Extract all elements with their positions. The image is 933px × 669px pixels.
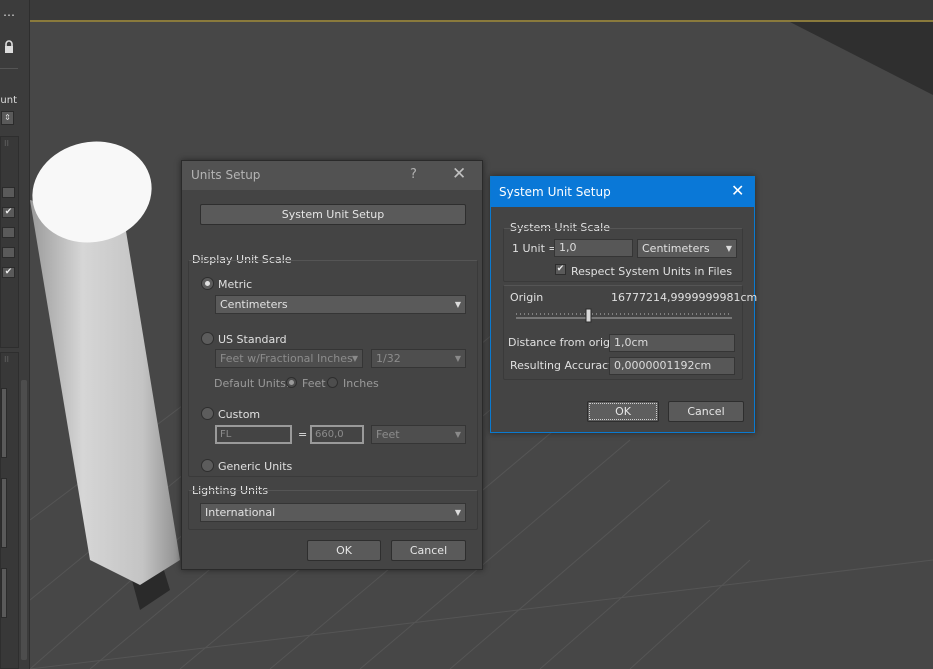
- us-standard-label: US Standard: [218, 333, 287, 346]
- origin-label: Origin: [510, 291, 544, 304]
- inches-radio[interactable]: [327, 377, 338, 388]
- rollout-panel: ⁝⁝ ✔ ✔: [0, 136, 19, 348]
- checkbox-1[interactable]: [2, 187, 15, 198]
- inches-label: Inches: [343, 377, 379, 390]
- units-ok-button[interactable]: OK: [307, 540, 381, 561]
- origin-slider-thumb[interactable]: [585, 308, 592, 323]
- lighting-units-dropdown[interactable]: International ▼: [200, 503, 466, 522]
- display-unit-scale-group: [188, 260, 478, 477]
- units-setup-title: Units Setup: [191, 168, 261, 182]
- distance-from-origin-field: 1,0cm: [609, 334, 735, 352]
- metric-units-value: Centimeters: [220, 298, 288, 311]
- unit-value-input[interactable]: 1,0: [554, 239, 633, 257]
- chevron-down-icon: ▼: [351, 354, 358, 363]
- custom-unit-dropdown[interactable]: Feet ▼: [371, 425, 466, 444]
- metric-radio[interactable]: [201, 277, 214, 290]
- custom-name-input[interactable]: FL: [215, 425, 292, 444]
- origin-value: 16777214,9999999981cm: [611, 291, 758, 304]
- close-icon[interactable]: ✕: [452, 164, 466, 184]
- panel-divider: [0, 68, 18, 69]
- resulting-accuracy-field: 0,0000001192cm: [609, 357, 735, 375]
- lighting-units-value: International: [205, 506, 276, 519]
- one-unit-label: 1 Unit =: [512, 242, 558, 255]
- fraction-dropdown[interactable]: 1/32 ▼: [371, 349, 466, 368]
- lock-icon[interactable]: [3, 40, 15, 54]
- list-block: [1, 478, 7, 548]
- us-standard-value: Feet w/Fractional Inches: [220, 352, 353, 365]
- distance-from-origin-label: Distance from origin:: [508, 336, 624, 349]
- chevron-down-icon: ▼: [454, 300, 461, 309]
- chevron-down-icon: ▼: [454, 508, 461, 517]
- checkbox-2[interactable]: ✔: [2, 207, 15, 218]
- feet-radio[interactable]: [286, 377, 297, 388]
- checkbox-4[interactable]: [2, 247, 15, 258]
- equals-sign: =: [298, 428, 308, 441]
- close-icon[interactable]: ✕: [731, 181, 744, 200]
- custom-amount-input[interactable]: 660,0: [310, 425, 364, 444]
- metric-units-dropdown[interactable]: Centimeters ▼: [215, 295, 466, 314]
- units-cancel-button[interactable]: Cancel: [391, 540, 466, 561]
- viewport-header-strip: [30, 0, 933, 22]
- list-block: [1, 388, 7, 458]
- list-block: [1, 568, 7, 618]
- custom-unit-value: Feet: [376, 428, 400, 441]
- system-cancel-button[interactable]: Cancel: [668, 401, 744, 422]
- checkbox-3[interactable]: [2, 227, 15, 238]
- custom-label: Custom: [218, 408, 261, 421]
- more-options-icon[interactable]: ⋯: [3, 8, 15, 22]
- generic-units-label: Generic Units: [218, 460, 293, 473]
- grip-icon: ⁝⁝: [4, 139, 10, 148]
- spinner[interactable]: ⇕: [1, 111, 14, 125]
- system-ok-button[interactable]: OK: [587, 401, 659, 422]
- system-units-value: Centimeters: [642, 242, 710, 255]
- command-panel: ⋯ ount ⇕ ⁝⁝ ✔ ✔ ⁝⁝: [0, 0, 30, 669]
- chevron-down-icon: ▼: [454, 430, 461, 439]
- rollout-panel-2: ⁝⁝: [0, 352, 19, 669]
- panel-scrollbar[interactable]: [21, 380, 27, 660]
- system-units-dropdown[interactable]: Centimeters ▼: [637, 239, 737, 258]
- system-unit-setup-button[interactable]: System Unit Setup: [200, 204, 466, 225]
- system-unit-setup-titlebar[interactable]: System Unit Setup ✕: [491, 177, 754, 207]
- chevron-down-icon: ▼: [725, 244, 732, 253]
- fraction-value: 1/32: [376, 352, 401, 365]
- system-unit-setup-title: System Unit Setup: [499, 185, 611, 199]
- default-units-label: Default Units:: [214, 377, 290, 390]
- origin-slider[interactable]: [516, 308, 732, 324]
- custom-radio[interactable]: [201, 407, 214, 420]
- metric-label: Metric: [218, 278, 253, 291]
- checkbox-5[interactable]: ✔: [2, 267, 15, 278]
- generic-units-radio[interactable]: [201, 459, 214, 472]
- units-setup-titlebar[interactable]: Units Setup ? ✕: [182, 161, 482, 190]
- chevron-down-icon: ▼: [454, 354, 461, 363]
- respect-system-units-label: Respect System Units in Files: [571, 265, 733, 278]
- us-standard-radio[interactable]: [201, 332, 214, 345]
- feet-label: Feet: [302, 377, 326, 390]
- truncated-label: ount: [0, 95, 17, 106]
- resulting-accuracy-label: Resulting Accuracy:: [510, 359, 618, 372]
- grip-icon: ⁝⁝: [4, 355, 10, 364]
- help-icon[interactable]: ?: [410, 167, 417, 182]
- us-standard-dropdown[interactable]: Feet w/Fractional Inches ▼: [215, 349, 363, 368]
- respect-system-units-checkbox[interactable]: ✔: [555, 264, 566, 275]
